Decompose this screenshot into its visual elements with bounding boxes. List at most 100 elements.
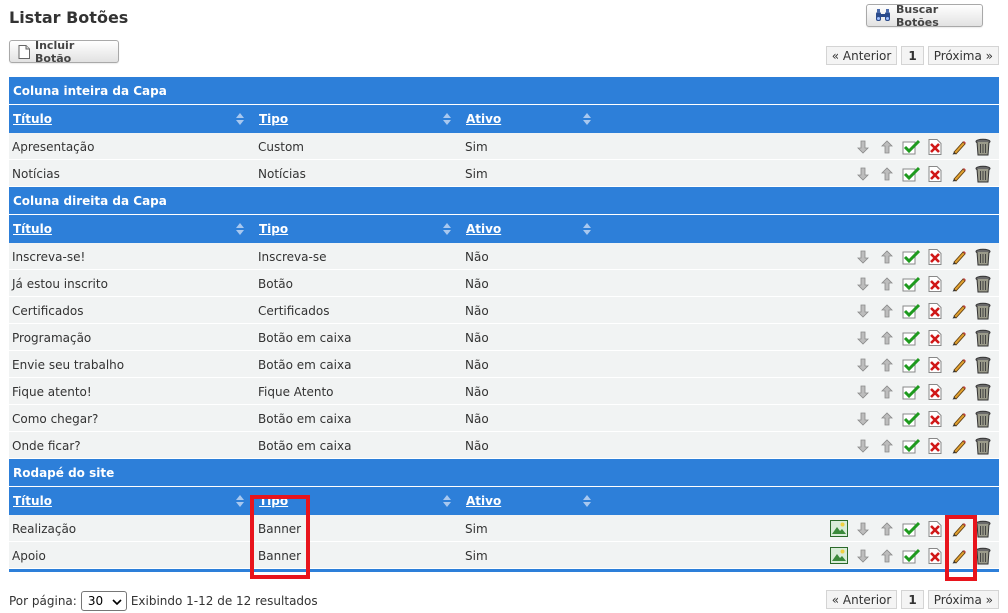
arrow-down-icon[interactable] — [851, 273, 875, 294]
arrow-up-icon[interactable] — [875, 435, 899, 456]
sort-by-title-link[interactable]: Título — [13, 487, 52, 515]
delete-x-icon[interactable] — [923, 545, 947, 566]
sort-active-icon[interactable] — [583, 113, 591, 125]
delete-x-icon[interactable] — [923, 518, 947, 539]
trash-icon[interactable] — [971, 408, 995, 429]
sort-by-title-link[interactable]: Título — [13, 215, 52, 243]
check-icon[interactable] — [899, 408, 923, 429]
delete-x-icon[interactable] — [923, 435, 947, 456]
table-row: Certificados Certificados Não — [9, 297, 999, 324]
arrow-down-icon[interactable] — [851, 518, 875, 539]
arrow-up-icon[interactable] — [875, 300, 899, 321]
sort-by-type-link[interactable]: Tipo — [259, 215, 288, 243]
delete-x-icon[interactable] — [923, 136, 947, 157]
trash-icon[interactable] — [971, 381, 995, 402]
sort-active-icon[interactable] — [583, 223, 591, 235]
arrow-down-icon[interactable] — [851, 300, 875, 321]
check-icon[interactable] — [899, 545, 923, 566]
pencil-icon[interactable] — [947, 327, 971, 348]
delete-x-icon[interactable] — [923, 408, 947, 429]
trash-icon[interactable] — [971, 163, 995, 184]
previous-page-link[interactable]: « Anterior — [825, 590, 898, 609]
arrow-down-icon[interactable] — [851, 545, 875, 566]
pencil-icon[interactable] — [947, 163, 971, 184]
arrow-up-icon[interactable] — [875, 381, 899, 402]
sort-by-active-link[interactable]: Ativo — [466, 215, 501, 243]
check-icon[interactable] — [899, 435, 923, 456]
pagination-bottom: « Anterior 1 Próxima » — [825, 590, 999, 609]
delete-x-icon[interactable] — [923, 354, 947, 375]
sort-type-icon[interactable] — [443, 495, 451, 507]
image-icon[interactable] — [827, 545, 851, 566]
sort-type-icon[interactable] — [443, 223, 451, 235]
pencil-icon[interactable] — [947, 246, 971, 267]
pencil-icon[interactable] — [947, 300, 971, 321]
row-title: Como chegar? — [12, 411, 99, 426]
arrow-down-icon[interactable] — [851, 163, 875, 184]
arrow-down-icon[interactable] — [851, 136, 875, 157]
sort-title-icon[interactable] — [236, 495, 244, 507]
sort-by-active-link[interactable]: Ativo — [466, 487, 501, 515]
trash-icon[interactable] — [971, 354, 995, 375]
arrow-up-icon[interactable] — [875, 354, 899, 375]
pencil-icon[interactable] — [947, 435, 971, 456]
next-page-link[interactable]: Próxima » — [927, 590, 999, 609]
arrow-up-icon[interactable] — [875, 273, 899, 294]
sort-type-icon[interactable] — [443, 113, 451, 125]
arrow-up-icon[interactable] — [875, 246, 899, 267]
check-icon[interactable] — [899, 136, 923, 157]
check-icon[interactable] — [899, 381, 923, 402]
check-icon[interactable] — [899, 163, 923, 184]
arrow-down-icon[interactable] — [851, 354, 875, 375]
trash-icon[interactable] — [971, 136, 995, 157]
arrow-up-icon[interactable] — [875, 136, 899, 157]
arrow-down-icon[interactable] — [851, 408, 875, 429]
delete-x-icon[interactable] — [923, 273, 947, 294]
delete-x-icon[interactable] — [923, 246, 947, 267]
arrow-up-icon[interactable] — [875, 327, 899, 348]
sort-title-icon[interactable] — [236, 113, 244, 125]
check-icon[interactable] — [899, 518, 923, 539]
check-icon[interactable] — [899, 246, 923, 267]
trash-icon[interactable] — [971, 435, 995, 456]
trash-icon[interactable] — [971, 300, 995, 321]
trash-icon[interactable] — [971, 327, 995, 348]
arrow-up-icon[interactable] — [875, 163, 899, 184]
trash-icon[interactable] — [971, 273, 995, 294]
pencil-icon[interactable] — [947, 381, 971, 402]
pencil-icon[interactable] — [947, 408, 971, 429]
check-icon[interactable] — [899, 273, 923, 294]
arrow-up-icon[interactable] — [875, 518, 899, 539]
pencil-icon[interactable] — [947, 136, 971, 157]
arrow-down-icon[interactable] — [851, 327, 875, 348]
sort-by-active-link[interactable]: Ativo — [466, 105, 501, 133]
sort-active-icon[interactable] — [583, 495, 591, 507]
arrow-down-icon[interactable] — [851, 246, 875, 267]
table-row: Fique atento! Fique Atento Não — [9, 378, 999, 405]
check-icon[interactable] — [899, 327, 923, 348]
per-page-select[interactable]: 30 — [80, 590, 127, 611]
arrow-down-icon[interactable] — [851, 381, 875, 402]
check-icon[interactable] — [899, 354, 923, 375]
delete-x-icon[interactable] — [923, 327, 947, 348]
delete-x-icon[interactable] — [923, 300, 947, 321]
row-active: Sim — [465, 548, 488, 563]
sort-title-icon[interactable] — [236, 223, 244, 235]
sort-by-title-link[interactable]: Título — [13, 105, 52, 133]
previous-page-link[interactable]: « Anterior — [825, 46, 898, 65]
arrow-up-icon[interactable] — [875, 408, 899, 429]
check-icon[interactable] — [899, 300, 923, 321]
pencil-icon[interactable] — [947, 354, 971, 375]
table-row: Inscreva-se! Inscreva-se Não — [9, 243, 999, 270]
delete-x-icon[interactable] — [923, 163, 947, 184]
arrow-down-icon[interactable] — [851, 435, 875, 456]
pencil-icon[interactable] — [947, 273, 971, 294]
image-icon[interactable] — [827, 518, 851, 539]
search-buttons-button[interactable]: Buscar Botões — [866, 3, 983, 29]
arrow-up-icon[interactable] — [875, 545, 899, 566]
add-button-button[interactable]: Incluir Botão — [9, 39, 119, 65]
delete-x-icon[interactable] — [923, 381, 947, 402]
trash-icon[interactable] — [971, 246, 995, 267]
next-page-link[interactable]: Próxima » — [927, 46, 999, 65]
sort-by-type-link[interactable]: Tipo — [259, 105, 288, 133]
